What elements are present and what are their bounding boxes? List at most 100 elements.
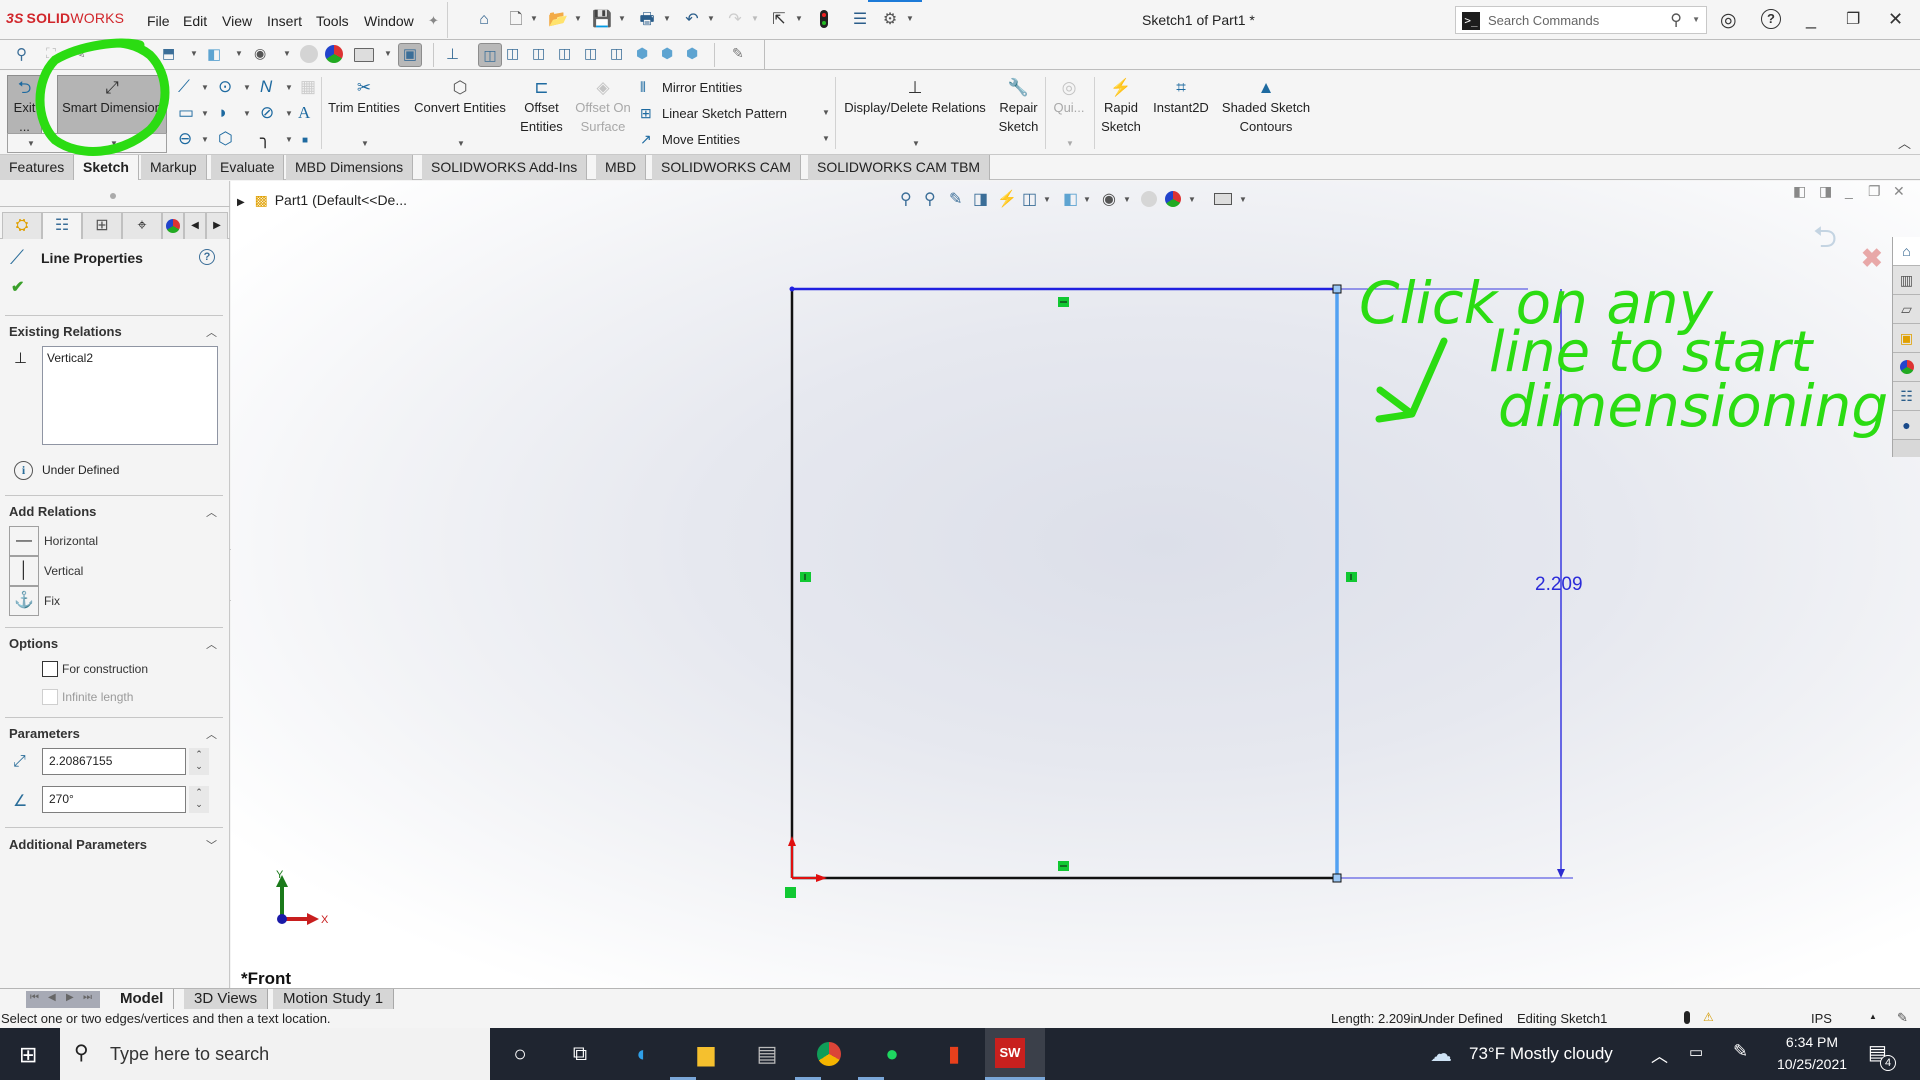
menu-view[interactable]: View (222, 13, 252, 29)
tab-markup[interactable]: Markup (141, 155, 207, 180)
slot-dropdown[interactable]: ▼ (201, 135, 209, 144)
select-dropdown-arrow[interactable]: ▼ (795, 14, 803, 23)
plane-icon[interactable]: ▦ (300, 77, 316, 97)
rebuild-icon[interactable] (814, 10, 834, 30)
view-selector-icon[interactable]: ✎ (732, 45, 752, 65)
view-orientation-icon[interactable]: ⬒ (162, 45, 182, 65)
file-properties-icon[interactable]: ☰ (850, 10, 870, 30)
instant2d-button[interactable]: ⌗ Instant2D (1148, 75, 1214, 117)
convert-dropdown[interactable]: ▼ (457, 139, 465, 148)
units-selector[interactable]: IPS (1811, 1011, 1832, 1026)
existing-relations-list[interactable]: Vertical2 (42, 346, 218, 445)
cortana-icon[interactable]: ○ (500, 1036, 540, 1072)
display-delete-relations-button[interactable]: ⊥ Display/Delete Relations (840, 75, 990, 117)
rapid-sketch-button[interactable]: ⚡ Rapid Sketch (1098, 75, 1144, 136)
task-view-icon[interactable]: ⧉ (560, 1036, 600, 1072)
spotify-icon[interactable]: ● (872, 1036, 912, 1072)
undo-dropdown-arrow[interactable]: ▼ (707, 14, 715, 23)
view-settings-dropdown[interactable]: ▼ (384, 49, 392, 58)
collapse-add-relations-icon[interactable]: ︿ (206, 504, 217, 520)
file-explorer-icon[interactable]: ▆ (686, 1036, 726, 1072)
pattern-dropdown[interactable]: ▼ (822, 108, 830, 117)
fix-relation-label[interactable]: Fix (44, 594, 60, 608)
prev-tab-icon[interactable]: ◀ (48, 992, 56, 1003)
trim-entities-button[interactable]: ✂ Trim Entities (325, 75, 403, 117)
open-dropdown-arrow[interactable]: ▼ (574, 14, 582, 23)
collapse-ribbon-icon[interactable]: ︿ (1898, 133, 1911, 152)
trimetric-view-icon[interactable]: ⬢ (661, 45, 681, 65)
vertical-relation-glyph-left[interactable] (800, 572, 811, 582)
community-forum-icon[interactable]: ● (1893, 411, 1920, 440)
clock-time[interactable]: 6:34 PM (1772, 1034, 1852, 1050)
text-icon[interactable]: A (298, 103, 310, 123)
open-icon[interactable]: 📂 (548, 10, 568, 30)
sketch-status-icon[interactable]: ⚠ (1703, 1010, 1714, 1024)
ellipse-icon[interactable]: ⊘ (260, 103, 274, 123)
left-view-icon[interactable]: ◫ (532, 45, 552, 65)
next-tab-icon[interactable]: ▶ (66, 992, 74, 1003)
undo-icon[interactable]: ↶ (682, 10, 702, 30)
vertical-relation-glyph-right[interactable] (1346, 572, 1357, 582)
exit-sketch-button[interactable]: ⮌ Exit ... (7, 75, 42, 136)
view-palette-icon[interactable]: ▣ (1893, 324, 1920, 353)
help-icon[interactable]: ? (199, 249, 215, 265)
menu-file[interactable]: File (147, 13, 170, 29)
previous-view-icon[interactable]: ✎ (74, 45, 94, 65)
solidworks-logo[interactable]: 3S SOLIDWORKS (6, 10, 124, 26)
tab-solidworks-cam-tbm[interactable]: SOLIDWORKS CAM TBM (808, 155, 991, 180)
tab-motion-study-1[interactable]: Motion Study 1 (273, 989, 395, 1010)
feature-manager-tab-icon[interactable]: ⛭ (2, 212, 42, 239)
horizontal-relation-glyph-bottom[interactable] (1058, 861, 1069, 871)
weather-text[interactable]: 73°F Mostly cloudy (1469, 1044, 1613, 1064)
dimxpert-manager-tab-icon[interactable]: ⌖ (122, 212, 162, 239)
display-style-dropdown[interactable]: ▼ (235, 49, 243, 58)
circle-dropdown[interactable]: ▼ (243, 83, 251, 92)
fillet-dropdown[interactable]: ▼ (285, 135, 293, 144)
view-settings-icon[interactable] (354, 48, 374, 62)
display-style-icon[interactable]: ◧ (207, 45, 227, 65)
restore-button[interactable]: ❐ (1846, 9, 1860, 29)
weather-cloud-icon[interactable]: ☁ (1430, 1041, 1452, 1067)
offset-on-surface-button[interactable]: ◈ Offset On Surface (571, 75, 635, 136)
design-library-icon[interactable]: ▥ (1893, 266, 1920, 295)
isometric-view-icon[interactable]: ⬢ (636, 45, 656, 65)
arc-dropdown[interactable]: ▼ (243, 109, 251, 118)
right-view-icon[interactable]: ◫ (558, 45, 578, 65)
horizontal-relation-label[interactable]: Horizontal (44, 534, 98, 548)
taskbar-search[interactable]: ⚲ Type here to search (60, 1028, 490, 1080)
rebuild-status-icon[interactable] (1684, 1011, 1690, 1024)
top-view-icon[interactable]: ◫ (584, 45, 604, 65)
last-tab-icon[interactable]: ⏭ (83, 992, 92, 1003)
options-gear-icon[interactable]: ⚙ (880, 10, 900, 30)
apply-scene-icon[interactable] (325, 45, 343, 63)
dimetric-view-icon[interactable]: ⬢ (686, 45, 706, 65)
home-icon[interactable]: ⌂ (474, 10, 494, 30)
offset-entities-button[interactable]: ⊏ Offset Entities (514, 75, 569, 136)
tab-evaluate[interactable]: Evaluate (211, 155, 285, 180)
panel-splitter-handle[interactable] (110, 193, 116, 199)
relations-dropdown[interactable]: ▼ (912, 139, 920, 148)
smart-dimension-dropdown[interactable]: ▼ (110, 139, 118, 148)
smart-dimension-button[interactable]: ⤢ Smart Dimension (57, 75, 167, 117)
shaded-sketch-contours-button[interactable]: ▲ Shaded Sketch Contours (1218, 75, 1314, 136)
pin-icon[interactable]: ✦ (428, 13, 439, 29)
appearances-icon[interactable] (1893, 353, 1920, 382)
edge-icon[interactable]: ◐ (623, 1036, 663, 1072)
endpoint-top-left[interactable] (789, 286, 795, 292)
property-manager-tab-icon[interactable]: ☷ (42, 212, 82, 239)
save-dropdown-arrow[interactable]: ▼ (618, 14, 626, 23)
for-construction-label[interactable]: For construction (62, 662, 148, 676)
point-icon[interactable]: ■ (302, 131, 308, 151)
scroll-left-icon[interactable]: ◀ (184, 212, 206, 239)
angle-spinner[interactable]: ⌃ ⌄ (189, 786, 209, 813)
solidworks-taskbar-icon[interactable]: SW (995, 1038, 1025, 1068)
existing-relations-header[interactable]: Existing Relations (9, 324, 122, 339)
office-icon[interactable]: ▮ (934, 1036, 974, 1072)
horizontal-relation-button[interactable]: — (9, 526, 39, 556)
help-icon[interactable]: ? (1761, 9, 1781, 29)
fillet-icon[interactable]: ╮ (260, 129, 270, 149)
tab-mbd-dimensions[interactable]: MBD Dimensions (286, 155, 414, 180)
horizontal-relation-glyph-top[interactable] (1058, 297, 1069, 307)
tab-sketch[interactable]: Sketch (74, 155, 139, 180)
collapse-options-icon[interactable]: ︿ (206, 636, 217, 652)
